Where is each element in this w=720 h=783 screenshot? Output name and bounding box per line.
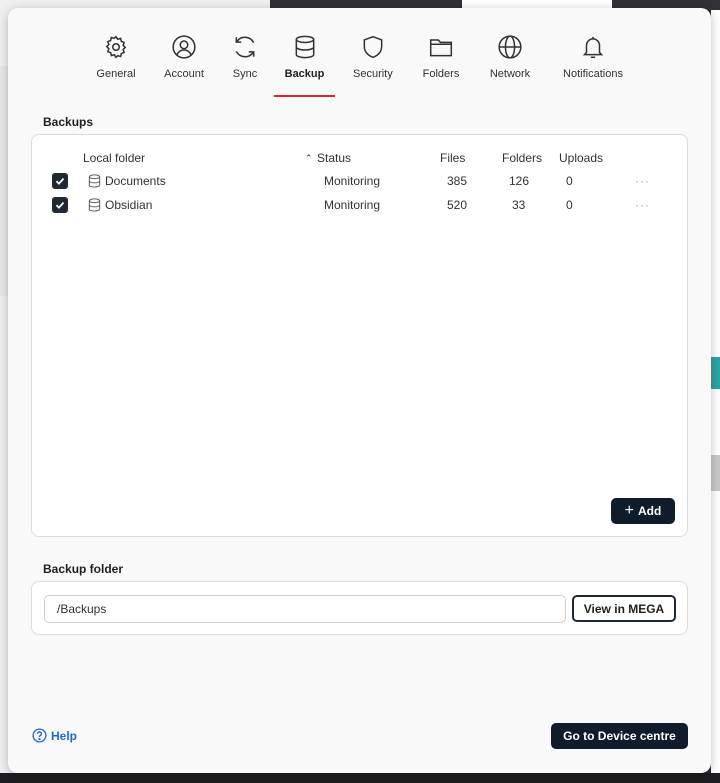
table-row[interactable]: Obsidian Monitoring 520 33 0 ··· — [32, 194, 687, 218]
tab-backup[interactable]: Backup — [274, 34, 335, 100]
tab-label: Folders — [422, 68, 460, 80]
settings-dialog: General Account Sync Backup Security Fol… — [8, 8, 711, 773]
uploads-count: 0 — [566, 174, 573, 188]
background-taskbar — [0, 773, 720, 783]
add-backup-button[interactable]: + Add — [611, 498, 675, 524]
tab-label: Backup — [284, 68, 325, 80]
tab-account[interactable]: Account — [164, 34, 204, 100]
tab-label: Notifications — [563, 68, 623, 80]
status-text: Monitoring — [324, 174, 381, 188]
tab-notifications[interactable]: Notifications — [562, 34, 624, 100]
row-checkbox[interactable] — [52, 197, 68, 213]
backup-folder-section-title: Backup folder — [43, 562, 124, 576]
database-icon — [88, 198, 101, 212]
folders-count: 126 — [509, 174, 530, 188]
column-header-files[interactable]: Files — [440, 151, 465, 165]
active-tab-indicator — [274, 95, 335, 97]
checkmark-icon — [55, 201, 65, 209]
bell-icon — [580, 34, 606, 60]
folder-icon — [428, 34, 454, 60]
row-checkbox[interactable] — [52, 173, 68, 189]
gear-icon — [103, 34, 129, 60]
more-options-icon[interactable]: ··· — [635, 174, 650, 188]
add-button-label: Add — [638, 504, 662, 518]
backup-folder-card: /Backups View in MEGA — [31, 581, 688, 635]
backups-section-title: Backups — [43, 115, 94, 129]
column-header-local-folder[interactable]: Local folder — [83, 151, 145, 165]
tab-security[interactable]: Security — [353, 34, 393, 100]
tab-network[interactable]: Network — [489, 34, 531, 100]
tab-sync[interactable]: Sync — [232, 34, 258, 100]
view-in-mega-button[interactable]: View in MEGA — [572, 595, 676, 622]
checkmark-icon — [55, 177, 65, 185]
help-label: Help — [51, 728, 78, 743]
plus-icon: + — [624, 502, 634, 519]
sync-icon — [232, 34, 258, 60]
settings-tab-bar: General Account Sync Backup Security Fol… — [8, 8, 711, 100]
tab-folders[interactable]: Folders — [423, 34, 459, 100]
column-header-folders[interactable]: Folders — [502, 151, 542, 165]
table-row[interactable]: Documents Monitoring 385 126 0 ··· — [32, 170, 687, 194]
shield-icon — [360, 34, 386, 60]
files-count: 385 — [447, 174, 468, 188]
folders-count: 33 — [512, 198, 526, 212]
go-to-device-centre-button[interactable]: Go to Device centre — [551, 723, 688, 749]
background-gray-block — [711, 455, 720, 491]
backups-table-card: Local folder ⌃ Status Files Folders Uplo… — [31, 134, 688, 537]
tab-general[interactable]: General — [96, 34, 136, 100]
background-teal-block — [711, 357, 720, 389]
folder-name: Documents — [105, 174, 166, 188]
files-count: 520 — [447, 198, 468, 212]
database-icon — [88, 174, 101, 188]
background-page — [711, 10, 720, 783]
tab-label: Account — [164, 68, 204, 80]
tab-label: Network — [489, 68, 531, 80]
globe-icon — [497, 34, 523, 60]
backup-folder-path-field[interactable]: /Backups — [44, 595, 566, 623]
uploads-count: 0 — [566, 198, 573, 212]
status-text: Monitoring — [324, 198, 381, 212]
help-link[interactable]: Help — [32, 728, 77, 743]
more-options-icon[interactable]: ··· — [635, 198, 650, 212]
tab-label: General — [96, 68, 136, 80]
database-icon — [292, 34, 318, 60]
sort-ascending-icon: ⌃ — [305, 153, 313, 163]
tab-label: Sync — [232, 68, 258, 80]
column-header-status[interactable]: Status — [317, 151, 351, 165]
background-panel — [0, 66, 8, 296]
column-header-uploads[interactable]: Uploads — [559, 151, 603, 165]
help-icon — [32, 728, 47, 743]
folder-name: Obsidian — [105, 198, 153, 212]
tab-label: Security — [353, 68, 393, 80]
account-icon — [171, 34, 197, 60]
